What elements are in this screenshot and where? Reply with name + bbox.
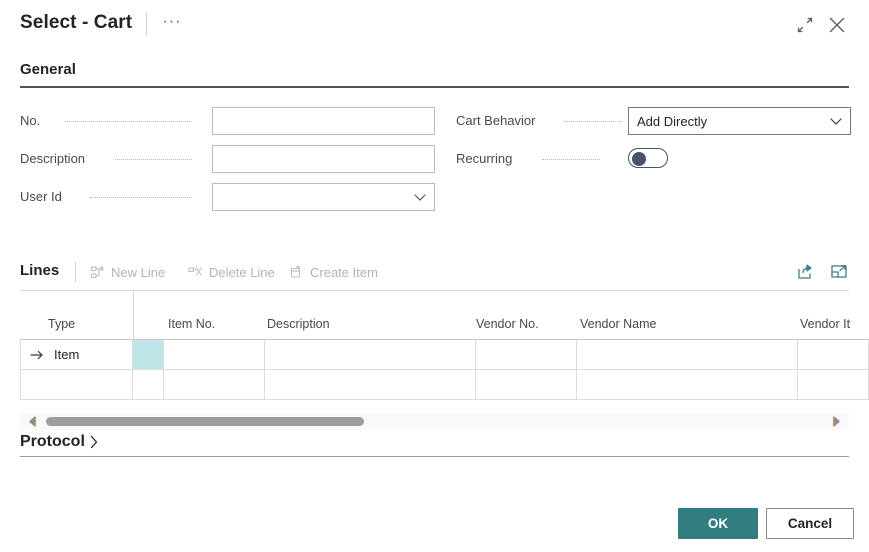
field-description-label: Description <box>20 151 90 166</box>
cell-type[interactable] <box>20 370 133 400</box>
field-no-label: No. <box>20 113 45 128</box>
cell-type-value: Item <box>54 347 80 362</box>
field-description: Description <box>20 145 435 173</box>
title-divider <box>146 13 147 35</box>
dot-leader <box>115 159 192 160</box>
current-row-arrow-icon <box>29 347 45 363</box>
dot-leader <box>542 159 600 160</box>
delete-line-button[interactable]: Delete Line <box>188 262 275 282</box>
grid-horizontal-scrollbar[interactable] <box>20 413 849 430</box>
cell-vendor-item-no[interactable] <box>798 340 869 370</box>
create-item-label: Create Item <box>310 264 378 280</box>
cell-item-no[interactable] <box>164 370 265 400</box>
cell-description[interactable] <box>265 370 476 400</box>
description-input[interactable] <box>212 145 435 173</box>
grid-header-row: Type Item No. Description Vendor No. Ven… <box>20 291 869 340</box>
field-no: No. <box>20 107 435 135</box>
user-id-input[interactable] <box>212 183 435 211</box>
field-user-id-label: User Id <box>20 189 66 204</box>
field-cart-behavior-label: Cart Behavior <box>456 113 540 128</box>
cell-item-no[interactable] <box>164 340 265 370</box>
create-item-button[interactable]: Create Item <box>289 262 378 282</box>
cell-vendor-no[interactable] <box>476 340 577 370</box>
field-cart-behavior: Cart Behavior <box>456 107 851 135</box>
dot-leader <box>90 197 192 198</box>
field-user-id: User Id <box>20 183 435 211</box>
recurring-toggle[interactable] <box>628 148 668 168</box>
cancel-button[interactable]: Cancel <box>766 508 854 539</box>
field-recurring-label: Recurring <box>456 151 517 166</box>
new-line-label: New Line <box>111 264 166 280</box>
column-header-item-no[interactable]: Item No. <box>168 317 215 331</box>
column-header-vendor-item-no[interactable]: Vendor It <box>800 317 850 331</box>
open-in-new-window-icon[interactable] <box>828 261 850 283</box>
general-group-header: General <box>20 61 76 78</box>
cell-type[interactable]: Item <box>20 340 133 370</box>
column-header-type[interactable]: Type <box>48 317 75 331</box>
ok-button[interactable]: OK <box>678 508 758 539</box>
dot-leader <box>65 121 192 122</box>
cell-vendor-item-no[interactable] <box>798 370 869 400</box>
cell-selected[interactable] <box>133 340 164 370</box>
lines-group-header: Lines <box>20 262 60 279</box>
new-line-button[interactable]: New Line <box>90 262 165 282</box>
expand-icon[interactable] <box>792 12 818 38</box>
cell-vendor-no[interactable] <box>476 370 577 400</box>
table-row[interactable] <box>20 370 869 400</box>
share-icon[interactable] <box>794 261 816 283</box>
cell-blank[interactable] <box>133 370 164 400</box>
header-divider <box>133 291 134 340</box>
protocol-divider <box>20 456 849 457</box>
cell-vendor-name[interactable] <box>577 370 798 400</box>
chevron-right-icon <box>87 433 101 451</box>
general-group-divider <box>20 86 849 88</box>
cell-description[interactable] <box>265 340 476 370</box>
close-icon[interactable] <box>824 12 850 38</box>
no-input[interactable] <box>212 107 435 135</box>
toggle-knob <box>632 151 646 166</box>
lines-grid: Type Item No. Description Vendor No. Ven… <box>20 291 869 403</box>
dialog-title-bar: Select - Cart ··· <box>0 0 869 48</box>
delete-line-icon <box>188 265 203 280</box>
page-title: Select - Cart <box>20 12 133 33</box>
column-header-vendor-no[interactable]: Vendor No. <box>476 317 539 331</box>
lines-divider <box>75 262 76 282</box>
scroll-right-arrow-icon[interactable] <box>828 413 845 430</box>
table-row[interactable]: Item <box>20 340 869 370</box>
column-header-vendor-name[interactable]: Vendor Name <box>580 317 656 331</box>
delete-line-label: Delete Line <box>209 264 275 280</box>
dialog-footer: OK Cancel <box>0 497 869 552</box>
create-item-icon <box>289 265 304 280</box>
scroll-left-arrow-icon[interactable] <box>24 413 41 430</box>
more-options-button[interactable]: ··· <box>160 14 184 34</box>
column-header-description[interactable]: Description <box>267 317 330 331</box>
cell-vendor-name[interactable] <box>577 340 798 370</box>
protocol-group-toggle[interactable]: Protocol <box>20 430 101 454</box>
scrollbar-thumb[interactable] <box>46 417 364 426</box>
field-recurring: Recurring <box>456 145 850 173</box>
new-line-icon <box>90 265 105 280</box>
protocol-label: Protocol <box>20 433 85 450</box>
cart-behavior-input[interactable] <box>628 107 851 135</box>
dot-leader <box>564 121 622 122</box>
